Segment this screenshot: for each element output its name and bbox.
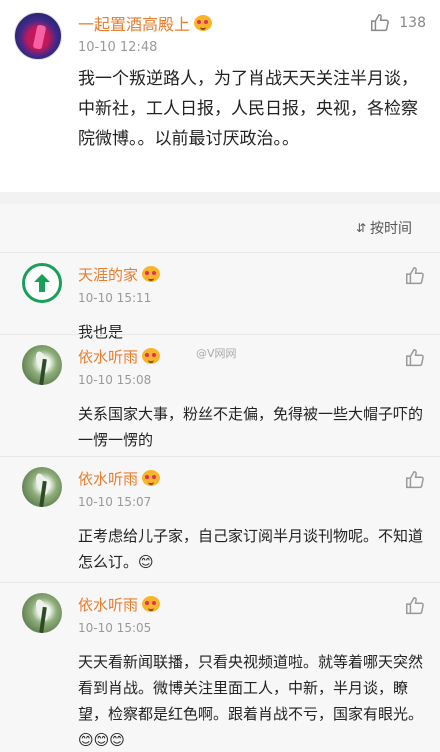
like-count: 138 bbox=[399, 15, 426, 31]
comment-text: 关系国家大事，粉丝不走偏，免得被一些大帽子吓的一愣一愣的 bbox=[78, 405, 424, 449]
comment-like-icon[interactable] bbox=[404, 595, 426, 617]
comment-text: 天天看新闻联播，只看央视频道啦。就等着哪天突然看到肖战。微博关注里面工人，中新，… bbox=[78, 653, 424, 749]
post-like-button[interactable]: 138 bbox=[369, 12, 426, 34]
blush-emoji-icon bbox=[142, 348, 161, 364]
comment-time: 10-10 15:05 bbox=[78, 621, 152, 635]
comment-text: 正考虑给儿子家，自己家订阅半月谈刊物呢。不知道怎么订。😊 bbox=[78, 527, 424, 571]
blush-emoji-icon bbox=[142, 470, 161, 486]
thumbs-up-icon bbox=[371, 14, 390, 32]
post-time: 10-10 12:48 bbox=[78, 40, 158, 55]
comment-time: 10-10 15:07 bbox=[78, 495, 152, 509]
author-avatar[interactable] bbox=[14, 12, 62, 60]
commenter-name[interactable]: 依水听雨 bbox=[78, 345, 426, 367]
blush-emoji-icon bbox=[194, 15, 213, 31]
blush-emoji-icon bbox=[142, 266, 161, 282]
commenter-avatar[interactable] bbox=[22, 263, 62, 303]
author-name[interactable]: 一起置酒高殿上 bbox=[78, 11, 213, 35]
commenter-name[interactable]: 天涯的家 bbox=[78, 263, 426, 285]
watermark: @V网网 bbox=[196, 347, 237, 360]
post-card: 一起置酒高殿上 10-10 12:48 138 我一个叛逆路人，为了肖战天天关注… bbox=[0, 0, 440, 192]
comment-like-icon[interactable] bbox=[404, 347, 426, 369]
comment-item: @V网网 依水听雨 10-10 15:08 关系国家大事，粉丝不走偏，免得被一些… bbox=[0, 334, 440, 456]
blush-emoji-icon bbox=[142, 596, 161, 612]
commenter-name[interactable]: 依水听雨 bbox=[78, 467, 426, 489]
comment-item: 依水听雨 10-10 15:07 正考虑给儿子家，自己家订阅半月谈刊物呢。不知道… bbox=[0, 456, 440, 582]
post-content: 我一个叛逆路人，为了肖战天天关注半月谈，中新社，工人日报，人民日报，央视，各检察… bbox=[78, 69, 418, 149]
sort-icon: ⇵ bbox=[355, 221, 366, 235]
sort-label: 按时间 bbox=[370, 221, 412, 237]
comment-item: 天涯的家 10-10 15:11 我也是 bbox=[0, 252, 440, 341]
comment-like-icon[interactable] bbox=[404, 265, 426, 287]
comment-time: 10-10 15:08 bbox=[78, 373, 152, 387]
commenter-avatar[interactable] bbox=[22, 345, 62, 385]
up-arrow-icon bbox=[34, 274, 50, 292]
commenter-avatar[interactable] bbox=[22, 593, 62, 633]
sort-toggle[interactable]: ⇵ 按时间 bbox=[0, 204, 440, 252]
commenter-avatar[interactable] bbox=[22, 467, 62, 507]
comment-list: ⇵ 按时间 天涯的家 10-10 15:11 我也是 @V网网 依水听雨 10-… bbox=[0, 204, 440, 752]
section-divider bbox=[0, 192, 440, 204]
comment-time: 10-10 15:11 bbox=[78, 291, 152, 305]
comment-like-icon[interactable] bbox=[404, 469, 426, 491]
comment-item: 依水听雨 10-10 15:05 天天看新闻联播，只看央视频道啦。就等着哪天突然… bbox=[0, 582, 440, 752]
commenter-name[interactable]: 依水听雨 bbox=[78, 593, 426, 615]
